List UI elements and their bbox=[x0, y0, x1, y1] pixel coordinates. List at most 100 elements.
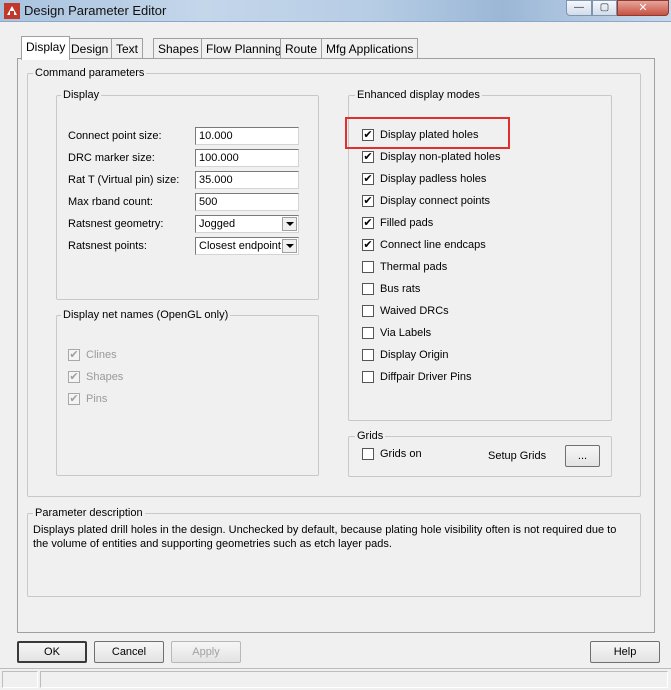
display-origin-checkbox[interactable] bbox=[362, 349, 374, 361]
tab-label: Display bbox=[26, 40, 66, 54]
cancel-button-label: Cancel bbox=[111, 646, 147, 658]
thermal-pads-label: Thermal pads bbox=[380, 261, 448, 273]
display-non-plated-holes-label: Display non-plated holes bbox=[380, 151, 501, 163]
ok-button-label: OK bbox=[44, 646, 60, 658]
tab-display[interactable]: Display bbox=[21, 36, 71, 60]
window-controls: — ▢ ✕ bbox=[566, 0, 669, 16]
apply-button-label: Apply bbox=[192, 646, 220, 658]
connect-line-endcaps-checkbox[interactable]: ✔ bbox=[362, 239, 374, 251]
display-padless-holes-checkbox[interactable]: ✔ bbox=[362, 173, 374, 185]
close-icon: ✕ bbox=[638, 1, 648, 14]
grids-on-label: Grids on bbox=[380, 448, 422, 460]
pins-checkbox: ✔ bbox=[68, 393, 80, 405]
thermal-pads-checkbox[interactable] bbox=[362, 261, 374, 273]
tab-shapes[interactable]: Shapes bbox=[153, 38, 204, 58]
diffpair-driver-pins-checkbox[interactable] bbox=[362, 371, 374, 383]
bus-rats-checkbox[interactable] bbox=[362, 283, 374, 295]
check-icon: ✔ bbox=[69, 370, 79, 383]
display-origin-label: Display Origin bbox=[380, 349, 449, 361]
tab-flow-planning[interactable]: Flow Planning bbox=[201, 38, 287, 58]
waived-drcs-label: Waived DRCs bbox=[380, 305, 449, 317]
display-non-plated-holes-checkbox[interactable]: ✔ bbox=[362, 151, 374, 163]
filled-pads-checkbox[interactable]: ✔ bbox=[362, 217, 374, 229]
diffpair-driver-pins-label: Diffpair Driver Pins bbox=[380, 371, 472, 383]
connect-line-endcaps-label: Connect line endcaps bbox=[380, 239, 486, 251]
display-connect-points-label: Display connect points bbox=[380, 195, 491, 207]
via-labels-label: Via Labels bbox=[380, 327, 432, 339]
waived-drcs-checkbox[interactable] bbox=[362, 305, 374, 317]
check-icon: ✔ bbox=[363, 172, 373, 185]
tab-route[interactable]: Route bbox=[280, 38, 323, 58]
ratsnest-points-select[interactable]: Closest endpoint bbox=[195, 237, 299, 255]
display-group-title: Display bbox=[61, 89, 102, 101]
max-rband-count-label: Max rband count: bbox=[68, 196, 153, 208]
check-icon: ✔ bbox=[69, 348, 79, 361]
tab-label: Design bbox=[71, 42, 109, 56]
ratsnest-geometry-select[interactable]: Jogged bbox=[195, 215, 299, 233]
status-cell bbox=[40, 671, 668, 688]
pins-label: Pins bbox=[86, 393, 108, 405]
display-padless-holes-label: Display padless holes bbox=[380, 173, 487, 185]
clines-checkbox: ✔ bbox=[68, 349, 80, 361]
grids-title: Grids bbox=[355, 430, 386, 442]
status-cell bbox=[2, 671, 38, 688]
setup-grids-button[interactable]: ... bbox=[565, 445, 600, 467]
via-labels-checkbox[interactable] bbox=[362, 327, 374, 339]
drc-marker-size-label: DRC marker size: bbox=[68, 152, 155, 164]
check-icon: ✔ bbox=[69, 392, 79, 405]
cancel-button[interactable]: Cancel bbox=[94, 641, 164, 663]
tab-label: Text bbox=[116, 42, 139, 56]
max-rband-count-input[interactable]: 500 bbox=[195, 193, 299, 211]
connect-point-size-label: Connect point size: bbox=[68, 130, 162, 142]
drc-marker-size-input[interactable]: 100.000 bbox=[195, 149, 299, 167]
grids-on-checkbox[interactable] bbox=[362, 448, 374, 460]
rat-t-size-input[interactable]: 35.000 bbox=[195, 171, 299, 189]
bus-rats-label: Bus rats bbox=[380, 283, 421, 295]
parameter-description-text: Displays plated drill holes in the desig… bbox=[33, 524, 617, 550]
highlight-box bbox=[345, 117, 510, 149]
tab-design[interactable]: Design bbox=[66, 38, 114, 58]
ratsnest-points-label: Ratsnest points: bbox=[68, 240, 147, 252]
shapes-label: Shapes bbox=[86, 371, 124, 383]
enhanced-display-title: Enhanced display modes bbox=[355, 89, 482, 101]
chevron-down-icon[interactable] bbox=[282, 217, 297, 231]
chevron-down-icon[interactable] bbox=[282, 239, 297, 253]
help-button-label: Help bbox=[613, 646, 637, 658]
maximize-icon: ▢ bbox=[599, 2, 610, 13]
tab-label: Mfg Applications bbox=[326, 42, 414, 56]
setup-grids-label: Setup Grids bbox=[488, 450, 547, 462]
minimize-button[interactable]: — bbox=[566, 0, 592, 16]
window-title: Design Parameter Editor bbox=[24, 3, 167, 18]
display-connect-points-checkbox[interactable]: ✔ bbox=[362, 195, 374, 207]
help-button[interactable]: Help bbox=[590, 641, 660, 663]
filled-pads-label: Filled pads bbox=[380, 217, 434, 229]
command-parameters-title: Command parameters bbox=[33, 67, 147, 79]
check-icon: ✔ bbox=[363, 150, 373, 163]
connect-point-size-input[interactable]: 10.000 bbox=[195, 127, 299, 145]
rat-t-size-label: Rat T (Virtual pin) size: bbox=[68, 174, 180, 186]
check-icon: ✔ bbox=[363, 216, 373, 229]
status-bar bbox=[0, 668, 671, 690]
ok-button[interactable]: OK bbox=[17, 641, 87, 663]
apply-button[interactable]: Apply bbox=[171, 641, 241, 663]
ratsnest-geometry-value: Jogged bbox=[199, 218, 236, 230]
net-names-title: Display net names (OpenGL only) bbox=[61, 309, 231, 321]
parameter-description-title: Parameter description bbox=[33, 507, 145, 519]
app-icon bbox=[4, 3, 20, 19]
ratsnest-points-value: Closest endpoint bbox=[199, 240, 281, 252]
tab-mfg-applications[interactable]: Mfg Applications bbox=[321, 38, 419, 58]
tab-text[interactable]: Text bbox=[111, 38, 144, 58]
setup-grids-button-label: ... bbox=[577, 450, 588, 462]
check-icon: ✔ bbox=[363, 194, 373, 207]
check-icon: ✔ bbox=[363, 238, 373, 251]
tab-label: Route bbox=[285, 42, 318, 56]
ratsnest-geometry-label: Ratsnest geometry: bbox=[68, 218, 164, 230]
title-bar: Design Parameter Editor — ▢ ✕ bbox=[0, 0, 671, 22]
clines-label: Clines bbox=[86, 349, 117, 361]
maximize-button[interactable]: ▢ bbox=[592, 0, 617, 16]
tab-label: Flow Planning bbox=[206, 42, 282, 56]
tab-label: Shapes bbox=[158, 42, 199, 56]
close-button[interactable]: ✕ bbox=[617, 0, 669, 16]
shapes-checkbox: ✔ bbox=[68, 371, 80, 383]
minimize-icon: — bbox=[574, 2, 584, 13]
